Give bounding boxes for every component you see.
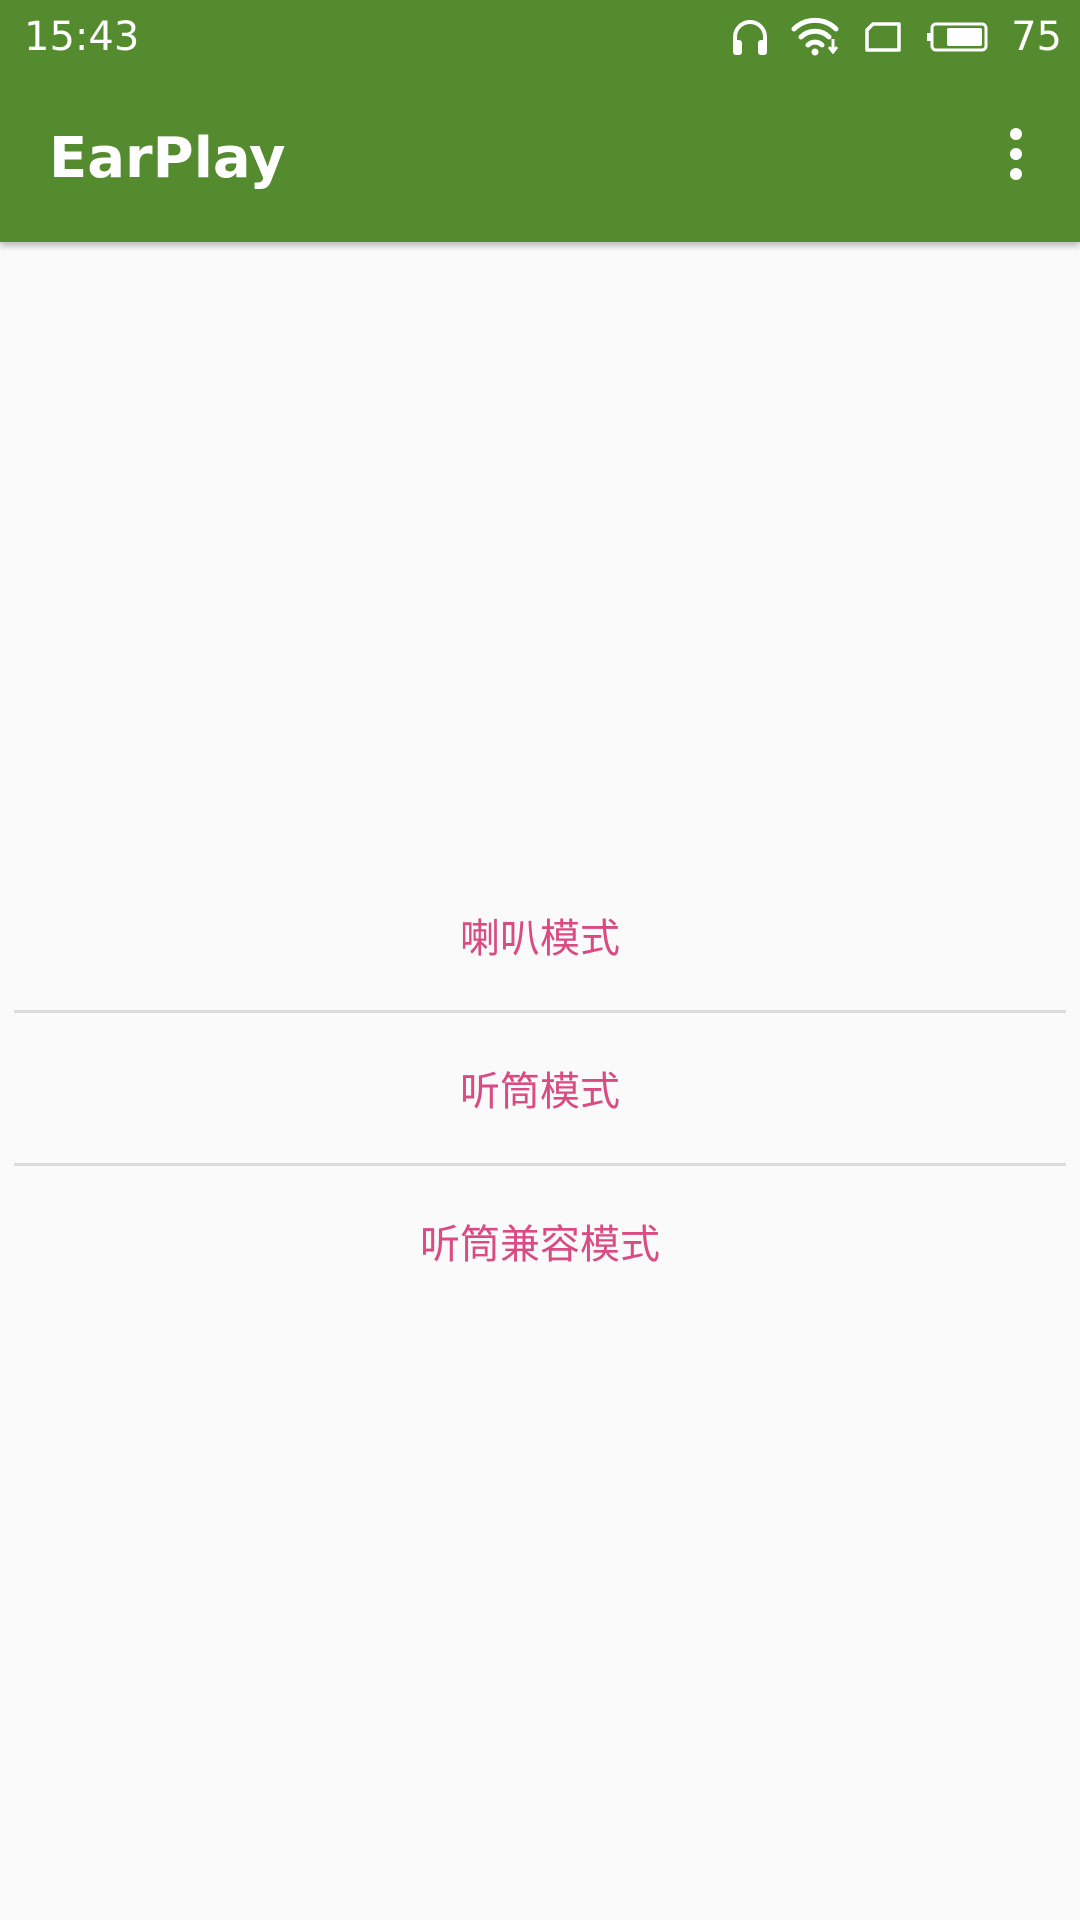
main-content: 喇叭模式 听筒模式 听筒兼容模式 <box>0 242 1080 1920</box>
wifi-icon <box>791 17 841 57</box>
speaker-mode-button[interactable]: 喇叭模式 <box>0 860 1080 1010</box>
earpiece-compat-mode-button[interactable]: 听筒兼容模式 <box>0 1166 1080 1316</box>
earpiece-mode-button[interactable]: 听筒模式 <box>0 1013 1080 1163</box>
app-title: EarPlay <box>49 126 286 191</box>
status-bar: 15:43 75 <box>0 0 1080 75</box>
status-icons: 75 <box>731 12 1062 62</box>
battery-level: 75 <box>1011 14 1062 60</box>
more-vert-icon <box>1008 128 1024 184</box>
sim-card-icon <box>863 21 903 53</box>
mode-list: 喇叭模式 听筒模式 听筒兼容模式 <box>0 860 1080 1316</box>
headphones-icon <box>731 17 769 57</box>
more-options-button[interactable] <box>980 120 1052 192</box>
battery-icon <box>925 21 989 53</box>
status-time: 15:43 <box>24 14 140 60</box>
app-bar: EarPlay <box>0 75 1080 242</box>
